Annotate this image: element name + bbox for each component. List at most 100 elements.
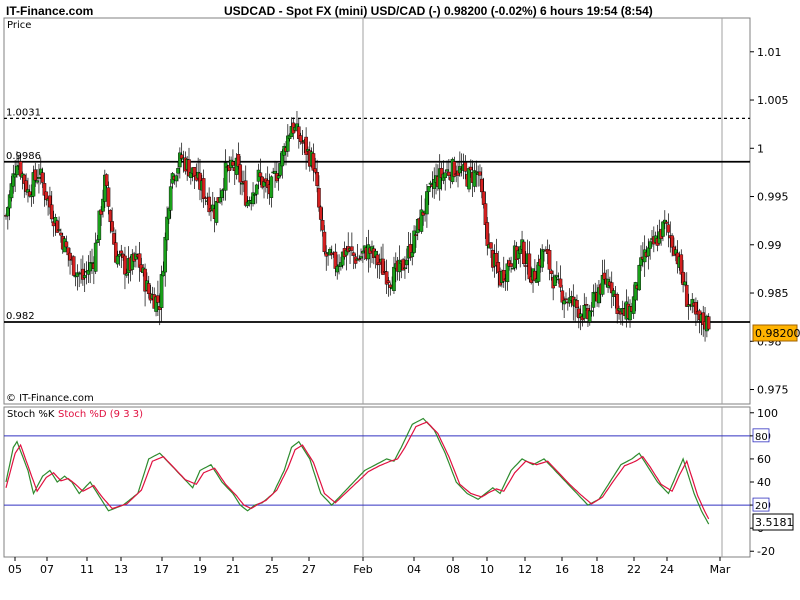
candle-body <box>238 164 243 183</box>
candle-body <box>582 305 587 319</box>
x-tick-label: 08 <box>446 563 460 576</box>
candle-body <box>540 249 544 268</box>
candle-body <box>558 278 563 288</box>
candle-body <box>555 275 559 278</box>
candle-body <box>15 165 19 176</box>
candle-body <box>93 242 98 272</box>
candle-body <box>386 280 391 283</box>
candle-body <box>55 220 60 233</box>
candle-body <box>146 283 151 295</box>
candle-body <box>201 178 206 199</box>
candle-body <box>276 175 281 179</box>
candle-body <box>412 230 416 253</box>
candle-body <box>646 247 651 257</box>
stoch-panel <box>3 406 751 558</box>
candle-body <box>123 255 127 275</box>
candle-body <box>509 263 513 267</box>
candle-body <box>119 250 124 254</box>
price-tick-label: 0.995 <box>757 191 789 204</box>
candle-body <box>584 303 588 306</box>
candle-body <box>40 172 45 183</box>
stoch-tick-label: 40 <box>757 476 771 489</box>
candle-body <box>33 169 38 181</box>
candle-body <box>445 169 449 172</box>
candle-body <box>298 135 303 142</box>
candle-body <box>88 262 92 272</box>
candle-body <box>661 221 665 237</box>
candle-body <box>176 168 180 174</box>
x-tick-label: 18 <box>590 563 604 576</box>
candle-body <box>300 142 305 144</box>
stoch-tick-label: 60 <box>757 453 771 466</box>
candle-body <box>165 216 169 241</box>
candle-body <box>463 162 468 172</box>
candle-body <box>637 265 641 291</box>
candle-body <box>243 180 248 206</box>
candle-body <box>59 232 63 236</box>
stoch-tick-label: -20 <box>757 545 775 558</box>
candle-body <box>168 186 173 211</box>
x-tick-label: 07 <box>40 563 54 576</box>
candle-body <box>304 136 308 155</box>
candle-body <box>684 284 689 307</box>
candle-body <box>269 176 274 198</box>
price-tick-label: 0.99 <box>757 239 782 252</box>
candle-body <box>322 231 327 253</box>
candle-body <box>426 186 431 193</box>
candle-body <box>377 262 382 265</box>
candle-body <box>615 294 620 314</box>
candle-body <box>683 281 687 286</box>
candle-body <box>240 182 244 185</box>
candle-body <box>496 262 501 273</box>
price-tick-label: 1.01 <box>757 46 782 59</box>
candle-body <box>648 241 652 249</box>
candle-body <box>104 174 109 186</box>
price-level-label: 0.9986 <box>6 151 41 162</box>
stoch-label-k: Stoch %K <box>7 409 55 420</box>
price-tick-label: 1 <box>757 142 764 155</box>
candle-body <box>110 221 114 232</box>
x-tick-label: 22 <box>627 563 641 576</box>
candle-body <box>317 187 321 208</box>
candle-body <box>564 298 568 300</box>
candle-body <box>253 194 257 196</box>
candle-body <box>115 255 120 265</box>
candle-body <box>203 197 208 199</box>
candle-body <box>318 206 323 220</box>
price-tick-label: 0.985 <box>757 287 789 300</box>
x-tick-label: 24 <box>660 563 674 576</box>
candle-body <box>549 270 554 274</box>
candle-body <box>214 201 219 223</box>
candle-body <box>159 274 164 309</box>
candle-body <box>666 224 671 233</box>
current-price-label: 0.98200 <box>755 327 800 340</box>
x-tick-label: 17 <box>155 563 169 576</box>
x-tick-label: 16 <box>555 563 569 576</box>
candle-body <box>483 203 488 226</box>
candle-body <box>403 267 407 270</box>
candle-body <box>57 229 61 231</box>
x-tick-label: 11 <box>80 563 94 576</box>
x-axis: 05 07 11 13 17 19 21 25 27 Feb 04 08 10 12 16 18 22 24 Mar <box>8 557 731 576</box>
candle-body <box>587 310 592 322</box>
candle-body <box>562 300 566 305</box>
x-tick-label: 10 <box>480 563 494 576</box>
candle-body <box>163 236 168 273</box>
candle-body <box>679 254 684 275</box>
candle-body <box>254 184 259 195</box>
x-tick-label: 27 <box>302 563 316 576</box>
candle-body <box>97 210 102 240</box>
candle-body <box>478 171 482 176</box>
candle-body <box>467 168 471 190</box>
candle-body <box>670 235 674 248</box>
candle-body <box>108 209 113 223</box>
stoch-value-label: 3.5181 <box>755 516 794 529</box>
candle-body <box>361 251 365 254</box>
candle-body <box>64 241 69 248</box>
price-panel <box>3 17 751 405</box>
candle-body <box>553 275 557 286</box>
x-tick-label: 25 <box>265 563 279 576</box>
price-level-label: 0.982 <box>6 311 35 322</box>
candle-body <box>547 250 552 270</box>
x-tick-label: 12 <box>518 563 532 576</box>
